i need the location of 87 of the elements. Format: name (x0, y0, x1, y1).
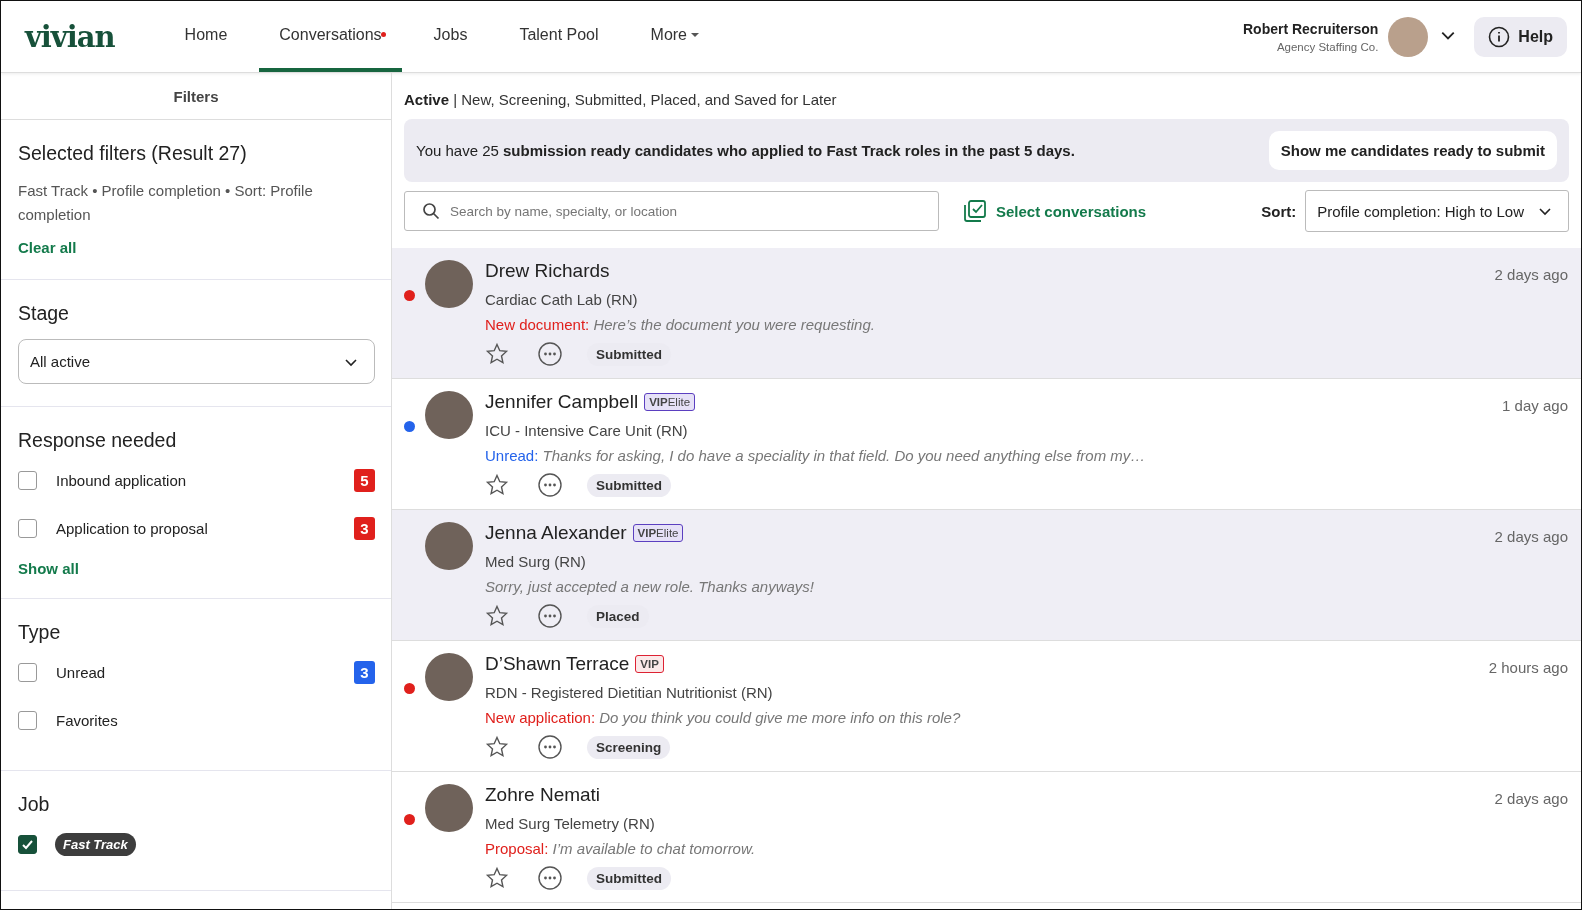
nav-tab[interactable]: Conversations (259, 1, 402, 72)
star-icon[interactable] (485, 473, 509, 497)
checkbox[interactable] (18, 470, 37, 490)
checkbox[interactable] (18, 662, 37, 682)
show-all-link[interactable]: Show all (18, 560, 79, 577)
conversation-row[interactable]: Drew Richards Cardiac Cath Lab (RN) New document: Here’s the document you were requesting. Submitted 2 days ago (392, 248, 1581, 379)
message-preview: Proposal: I’m available to chat tomorrow. (485, 840, 757, 857)
photo-placeholder (425, 784, 473, 832)
clear-all-link[interactable]: Clear all (18, 239, 77, 256)
candidate-role: ICU - Intensive Care Unit (RN) (485, 422, 689, 439)
filter-label: Unread (56, 663, 107, 681)
more-options-icon[interactable] (537, 603, 563, 629)
candidate-role: Med Surg (RN) (485, 553, 587, 570)
section-title: Response needed (18, 429, 178, 452)
filter-label: Favorites (56, 711, 119, 729)
status-line: Active | New, Screening, Submitted, Placed, and Saved for Later (404, 91, 838, 108)
conversation-row[interactable]: D’Shawn Terrace VIP RDN - Registered Dietitian Nutritionist (RN) New application: Do you think you could give me more info on this role? Screening 2 hours ago (392, 641, 1581, 772)
candidate-role: Med Surg Telemetry (RN) (485, 815, 656, 832)
info-icon (1488, 25, 1511, 48)
candidate-name: D’Shawn Terrace (485, 653, 630, 675)
message-preview: Sorry, just accepted a new role. Thanks anyways! (485, 578, 816, 595)
candidate-name: Jennifer Campbell (485, 391, 639, 413)
nav-tab[interactable]: Home (164, 1, 248, 72)
message-preview: Unread: Thanks for asking, I do have a speciality in that field. Do you need anything else from my… (485, 447, 1147, 464)
candidate-name: Drew Richards (485, 260, 610, 282)
star-icon[interactable] (485, 866, 509, 890)
photo-placeholder (425, 522, 473, 570)
filter-label: Inbound application (56, 471, 188, 489)
timestamp: 1 day ago (1502, 397, 1568, 416)
stage-dropdown[interactable]: All active (18, 339, 375, 384)
message-preview: New document: Here’s the document you were requesting. (485, 316, 876, 333)
conversation-row[interactable]: Zohre Nemati Med Surg Telemetry (RN) Proposal: I’m available to chat tomorrow. Submitted 2 days ago (392, 772, 1581, 903)
timestamp: 2 days ago (1494, 790, 1568, 809)
help-button[interactable]: Help (1474, 16, 1567, 57)
candidate-role: RDN - Registered Dietitian Nutritionist (RN) (485, 684, 774, 701)
star-icon[interactable] (485, 342, 509, 366)
search-field[interactable]: Search by name, specialty, or location (404, 191, 939, 231)
more-options-icon[interactable] (537, 341, 563, 367)
candidate-name: Jenna Alexander (485, 522, 627, 544)
photo-placeholder (425, 391, 473, 439)
search-icon (422, 202, 440, 220)
user-name: Robert Recruiterson (1242, 20, 1379, 37)
star-icon[interactable] (485, 604, 509, 628)
candidate-name: Zohre Nemati (485, 784, 601, 806)
banner-text: You have 25 submission ready candidates who applied to Fast Track roles in the past 5 days. (416, 142, 1075, 159)
show-candidates-button[interactable]: Show me candidates ready to submit (1268, 131, 1557, 170)
section-title: Job (18, 793, 51, 816)
checkbox[interactable] (18, 834, 37, 854)
count-badge: 5 (354, 468, 375, 492)
conversation-row[interactable]: Jenna Alexander VIPElite Med Surg (RN) Sorry, just accepted a new role. Thanks anyways! Placed 2 days ago (392, 510, 1581, 641)
timestamp: 2 days ago (1494, 266, 1568, 285)
filters-title: Filters (1, 73, 391, 120)
vip-badge: VIP (635, 655, 664, 673)
checkbox[interactable] (18, 710, 37, 730)
vip-badge: VIPElite (644, 393, 696, 411)
filter-label: Application to proposal (56, 519, 209, 537)
candidate-role: Cardiac Cath Lab (RN) (485, 291, 639, 308)
timestamp: 2 hours ago (1488, 659, 1568, 678)
filter-summary: Fast Track • Profile completion • Sort: Profile completion (18, 181, 314, 225)
checklist-icon (963, 200, 987, 222)
timestamp: 2 days ago (1494, 528, 1568, 547)
select-conversations-button[interactable]: Select conversations (963, 200, 1147, 222)
section-title: Type (18, 621, 62, 644)
vip-badge: VIPElite (632, 524, 684, 542)
nav-tab[interactable]: More (630, 1, 719, 72)
photo-placeholder (425, 653, 473, 701)
more-options-icon[interactable] (537, 865, 563, 891)
photo-placeholder (425, 260, 473, 308)
section-title: Selected filters (Result 27) (18, 142, 248, 165)
count-badge: 3 (354, 660, 375, 684)
star-icon[interactable] (485, 735, 509, 759)
nav-tab[interactable]: Talent Pool (499, 1, 619, 72)
nav-tab[interactable]: Jobs (413, 1, 488, 72)
count-badge: 3 (354, 516, 375, 540)
status-tag: Submitted (587, 866, 671, 890)
section-title: Stage (18, 302, 70, 325)
checkbox[interactable] (18, 518, 37, 538)
status-tag: Submitted (587, 473, 671, 497)
message-preview: New application: Do you think you could give me more info on this role? (485, 709, 962, 726)
sort-label: Sort: (1261, 202, 1297, 220)
logo[interactable]: vivian (25, 19, 115, 54)
company-name: Agency Staffing Co. (1276, 40, 1379, 53)
more-options-icon[interactable] (537, 734, 563, 760)
job-tag: Fast Track (55, 832, 136, 856)
more-options-icon[interactable] (537, 472, 563, 498)
status-tag: Screening (587, 735, 671, 759)
sort-dropdown[interactable]: Profile completion: High to Low (1305, 190, 1569, 232)
